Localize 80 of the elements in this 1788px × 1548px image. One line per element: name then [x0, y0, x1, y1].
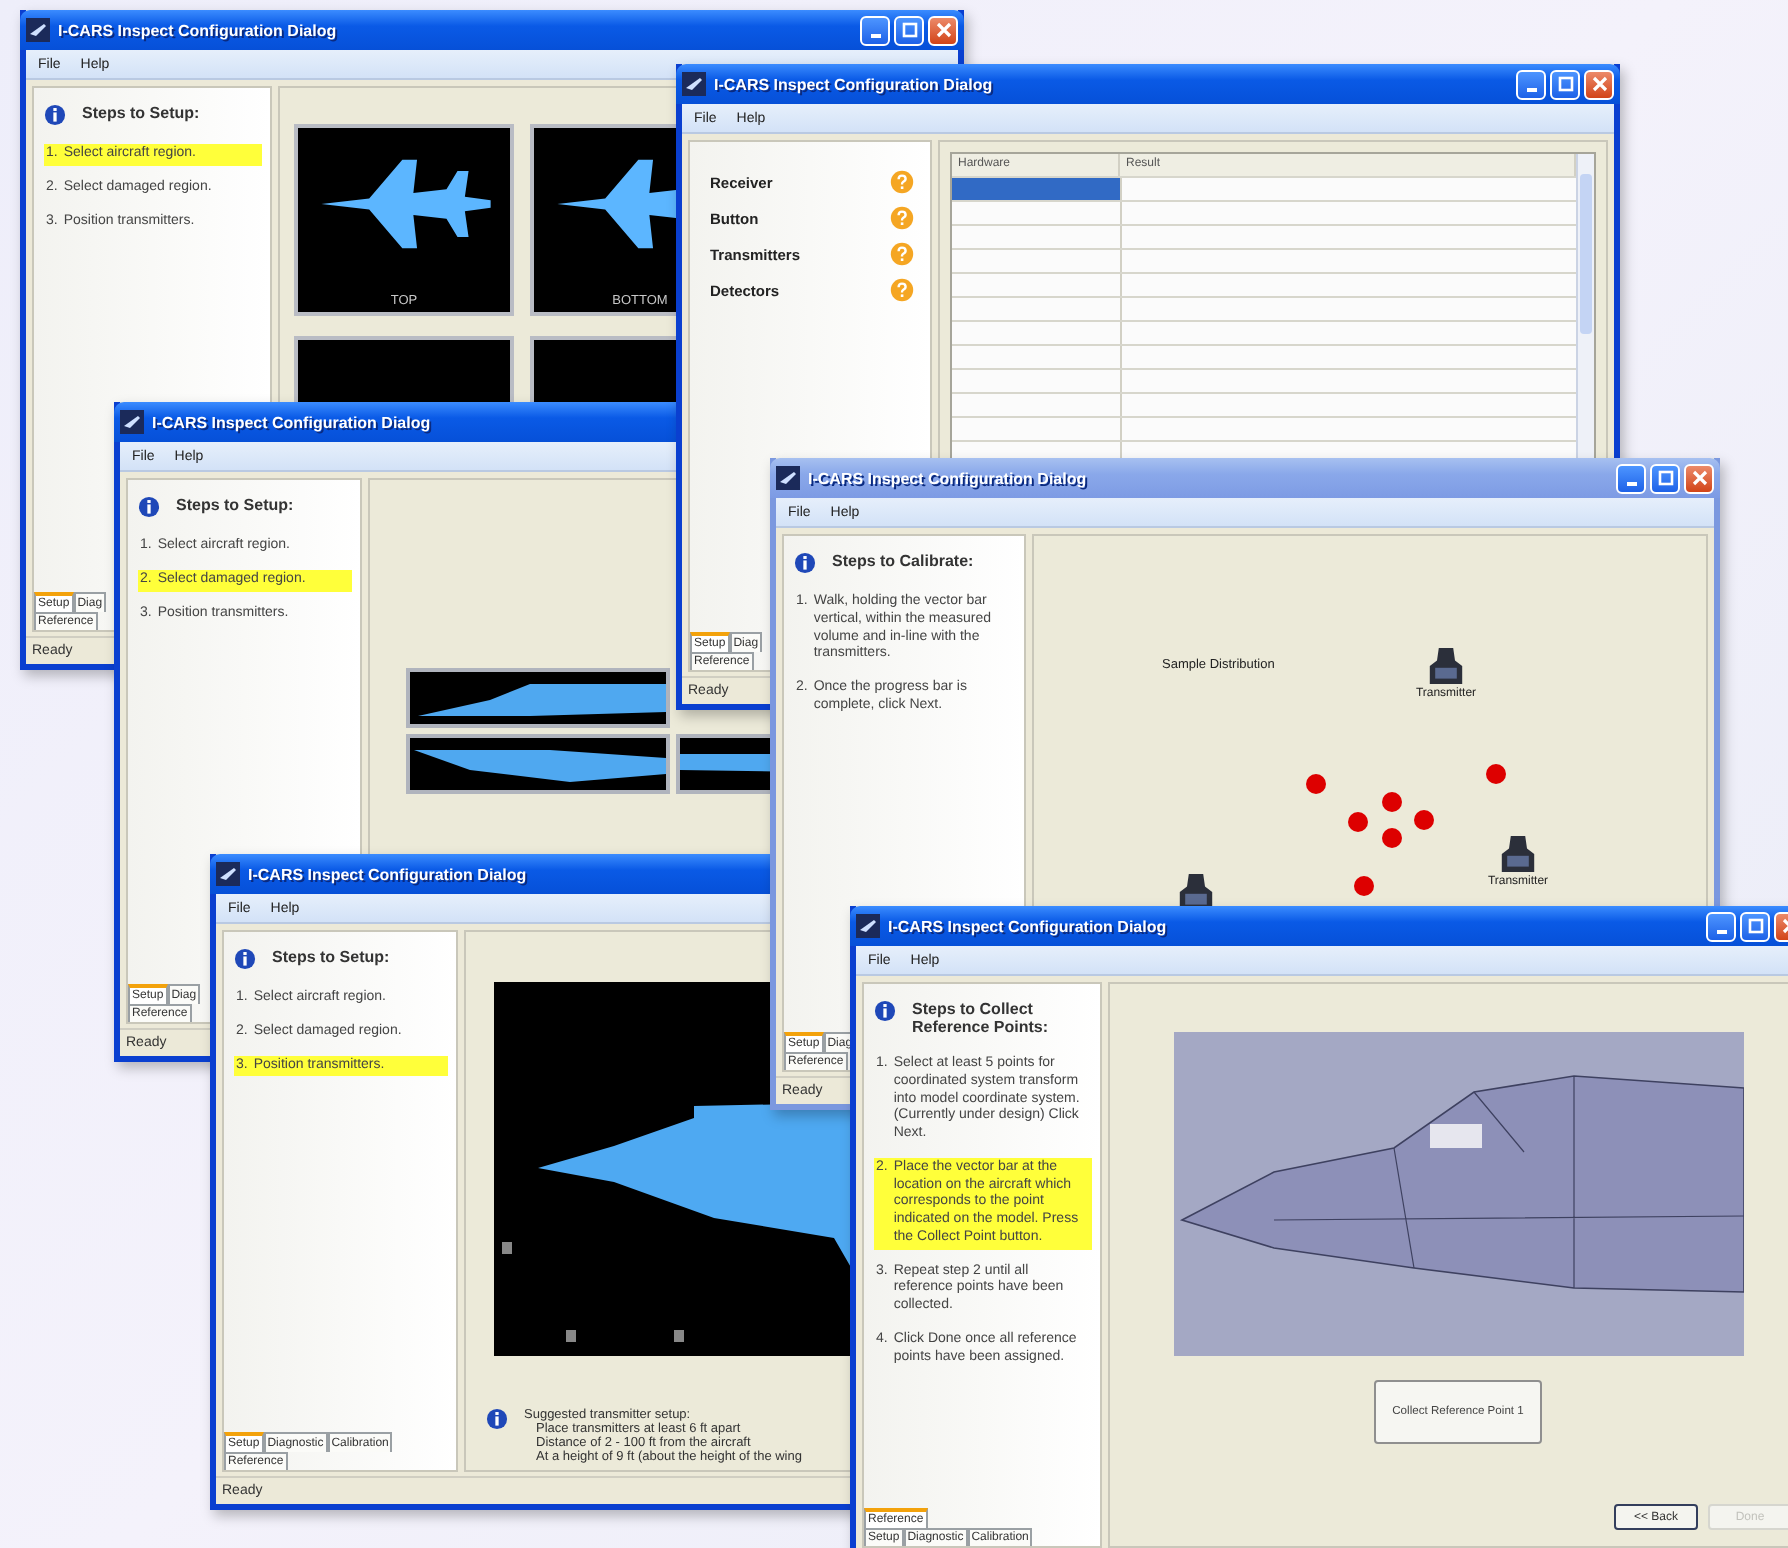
close-button[interactable]: [928, 15, 958, 45]
steps-heading: Steps to Collect Reference Points:: [912, 1000, 1051, 1036]
table-cell[interactable]: [1122, 250, 1576, 272]
sample-point: [1486, 764, 1506, 784]
app-icon: [216, 862, 240, 886]
window-title: I-CARS Inspect Configuration Dialog: [58, 21, 339, 39]
maximize-button[interactable]: [1550, 69, 1580, 99]
maximize-icon: [899, 20, 919, 40]
device-icon: [1500, 832, 1536, 876]
table-cell[interactable]: [1122, 346, 1576, 368]
table-cell[interactable]: [1122, 370, 1576, 392]
sample-point: [1354, 876, 1374, 896]
app-icon: [776, 466, 800, 490]
table-cell[interactable]: [1122, 274, 1576, 296]
device-icon: [1428, 644, 1464, 688]
table-cell[interactable]: [1122, 298, 1576, 320]
minimize-button[interactable]: [1616, 463, 1646, 493]
help-icon: [890, 278, 914, 302]
app-icon: [856, 914, 880, 938]
maximize-button[interactable]: [1650, 463, 1680, 493]
steps-heading: Steps to Calibrate:: [832, 552, 974, 570]
table-cell[interactable]: [1122, 178, 1576, 200]
minimize-icon: [1715, 930, 1727, 934]
info-icon: [44, 104, 66, 126]
maximize-button[interactable]: [894, 15, 924, 45]
table-cell[interactable]: [1122, 394, 1576, 416]
minimize-icon: [1525, 88, 1537, 92]
app-icon: [682, 72, 706, 96]
window-title: I-CARS Inspect Configuration Dialog: [808, 469, 1089, 487]
app-icon: [26, 18, 50, 42]
table-cell[interactable]: [1122, 202, 1576, 224]
sample-point: [1414, 810, 1434, 830]
steps-heading: Steps to Setup:: [82, 104, 200, 122]
help-icon: [890, 242, 914, 266]
steps-heading: Steps to Setup:: [272, 948, 390, 966]
window-title: I-CARS Inspect Configuration Dialog: [248, 865, 529, 883]
close-icon: [1689, 468, 1709, 488]
help-icon: [890, 170, 914, 194]
minimize-icon: [1625, 482, 1637, 486]
close-icon: [933, 20, 953, 40]
info-icon: [234, 948, 256, 970]
table-cell[interactable]: [952, 346, 1122, 368]
table-cell[interactable]: [952, 178, 1122, 200]
maximize-icon: [1655, 468, 1675, 488]
sample-point: [1382, 792, 1402, 812]
close-button[interactable]: [1684, 463, 1714, 493]
table-cell[interactable]: [952, 202, 1122, 224]
steps-heading: Steps to Setup:: [176, 496, 294, 514]
close-icon: [1589, 74, 1609, 94]
info-icon: [138, 496, 160, 518]
close-button[interactable]: [1584, 69, 1614, 99]
minimize-button[interactable]: [860, 15, 890, 45]
app-icon: [120, 410, 144, 434]
maximize-button[interactable]: [1740, 911, 1770, 941]
table-cell[interactable]: [1122, 226, 1576, 248]
table-cell[interactable]: [952, 370, 1122, 392]
table-cell[interactable]: [952, 226, 1122, 248]
info-icon: [486, 1408, 508, 1430]
help-icon: [890, 206, 914, 230]
sample-point: [1348, 812, 1368, 832]
table-cell[interactable]: [952, 250, 1122, 272]
table-cell[interactable]: [952, 322, 1122, 344]
table-cell[interactable]: [1122, 322, 1576, 344]
minimize-icon: [869, 34, 881, 38]
window-title: I-CARS Inspect Configuration Dialog: [714, 75, 995, 93]
info-icon: [794, 552, 816, 574]
table-cell[interactable]: [952, 274, 1122, 296]
maximize-icon: [1745, 916, 1765, 936]
maximize-icon: [1555, 74, 1575, 94]
window-title: I-CARS Inspect Configuration Dialog: [152, 413, 433, 431]
minimize-button[interactable]: [1516, 69, 1546, 99]
table-cell[interactable]: [952, 298, 1122, 320]
table-cell[interactable]: [1122, 418, 1576, 440]
info-icon: [874, 1000, 896, 1022]
table-cell[interactable]: [952, 418, 1122, 440]
sample-point: [1306, 774, 1326, 794]
table-cell[interactable]: [952, 394, 1122, 416]
minimize-button[interactable]: [1706, 911, 1736, 941]
sample-point: [1382, 828, 1402, 848]
window-title: I-CARS Inspect Configuration Dialog: [888, 917, 1169, 935]
